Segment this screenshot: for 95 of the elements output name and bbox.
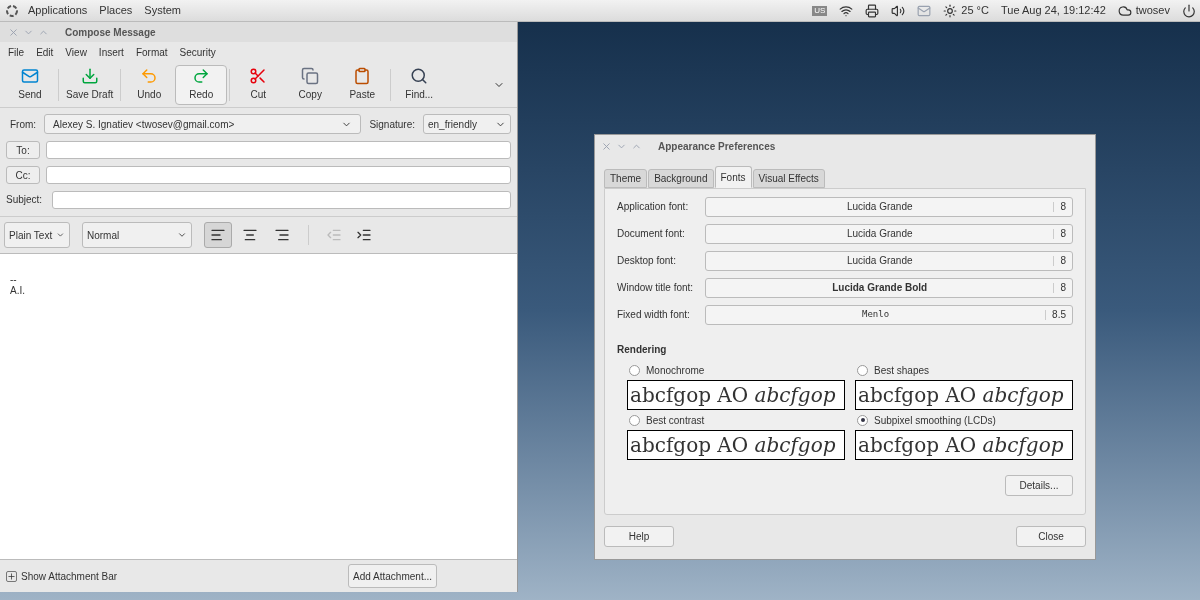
from-dropdown[interactable]: Alexey S. Ignatiev <twosev@gmail.com> — [44, 114, 362, 134]
sun-icon — [943, 3, 958, 18]
subject-label: Subject: — [6, 193, 44, 207]
font-label: Document font: — [617, 227, 686, 241]
radio-label[interactable]: Subpixel smoothing (LCDs) — [874, 412, 996, 428]
tab[interactable]: Fonts — [714, 166, 752, 188]
panel-menu[interactable]: Applications — [28, 2, 88, 19]
volume-icon[interactable] — [891, 3, 906, 18]
close-icon[interactable] — [8, 26, 19, 38]
toolbar-button[interactable]: Find... — [393, 64, 446, 105]
window-title: Compose Message — [65, 25, 156, 40]
close-button[interactable]: Close — [1016, 526, 1086, 547]
toolbar-button[interactable]: Save Draft — [61, 64, 119, 105]
message-body[interactable]: -- A.I. — [0, 253, 517, 560]
align-right-icon — [274, 227, 290, 243]
font-label: Application font: — [617, 200, 690, 214]
toolbar-button[interactable]: Cut — [232, 64, 285, 105]
radio-label[interactable]: Best shapes — [874, 362, 930, 378]
menu-item[interactable]: Edit — [36, 44, 54, 60]
search-icon — [410, 67, 429, 85]
scissors-icon — [249, 67, 268, 85]
recipient-button[interactable]: Cc: — [6, 166, 40, 184]
menu-item[interactable]: Format — [135, 44, 168, 60]
clipboard-icon — [353, 67, 372, 85]
printer-icon[interactable] — [865, 3, 880, 18]
tab[interactable]: Background — [648, 169, 714, 188]
toolbar-button[interactable]: Undo — [123, 64, 176, 105]
recipient-field[interactable] — [46, 141, 511, 159]
close-icon[interactable] — [601, 140, 612, 152]
format-dropdown[interactable]: Plain Text — [4, 222, 70, 248]
user-name[interactable]: twosev — [1135, 2, 1170, 19]
details-button[interactable]: Details... — [1005, 475, 1073, 496]
font-sample: abcfgop AO abcfgop — [627, 380, 845, 410]
from-label: From: — [9, 117, 36, 132]
align-left-icon — [210, 227, 226, 243]
radio-button[interactable] — [857, 364, 868, 376]
paragraph-style-dropdown[interactable]: Normal — [82, 222, 192, 248]
download-icon — [80, 67, 99, 85]
radio-button[interactable] — [629, 364, 640, 376]
signature-line: A.I. — [10, 285, 25, 296]
font-sample: abcfgop AO abcfgop — [627, 430, 845, 460]
panel-menu[interactable]: Places — [99, 2, 133, 19]
recipient-button[interactable]: To: — [6, 141, 40, 159]
menu-item[interactable]: File — [8, 44, 25, 60]
recipient-field[interactable] — [46, 166, 511, 184]
section-heading: Rendering — [617, 343, 667, 357]
envelope-icon[interactable] — [917, 3, 932, 18]
undo-icon — [140, 67, 159, 85]
indent-icon — [356, 227, 372, 243]
toolbar-button[interactable]: Send — [4, 64, 56, 105]
radio-label[interactable]: Best contrast — [646, 412, 705, 428]
help-button[interactable]: Help — [604, 526, 674, 547]
copy-icon — [301, 67, 320, 85]
signature-label: Signature: — [369, 117, 415, 132]
font-picker-button[interactable]: Lucida Grande 8 — [705, 196, 1073, 217]
add-attachment-button[interactable]: Add Attachment... — [348, 564, 437, 588]
font-label: Window title font: — [617, 281, 695, 295]
font-picker-button[interactable]: Menlo 8.5 — [705, 304, 1073, 325]
tab[interactable]: Theme — [604, 169, 648, 188]
attachment-bar-toggle[interactable]: Show Attachment Bar — [21, 568, 118, 584]
font-sample: abcfgop AO abcfgop — [855, 430, 1073, 460]
toolbar-button[interactable]: Copy — [284, 64, 337, 105]
font-picker-button[interactable]: Lucida Grande 8 — [705, 250, 1073, 271]
envelope-icon — [21, 67, 39, 85]
font-label: Fixed width font: — [617, 308, 691, 322]
redo-icon — [192, 67, 211, 85]
tab[interactable]: Visual Effects — [752, 169, 825, 188]
alignment-button[interactable] — [204, 222, 232, 248]
signature-dropdown[interactable]: en_friendly — [423, 114, 511, 134]
wifi-icon[interactable] — [839, 3, 854, 18]
radio-label[interactable]: Monochrome — [646, 362, 705, 378]
radio-button[interactable] — [857, 414, 868, 426]
radio-button[interactable] — [629, 414, 640, 426]
toolbar-button[interactable]: Redo — [175, 64, 228, 105]
expand-icon[interactable] — [6, 570, 17, 582]
font-label: Desktop font: — [617, 254, 677, 268]
toolbar-button[interactable]: Paste — [336, 64, 389, 105]
subject-field[interactable] — [52, 191, 511, 209]
weather-temperature[interactable]: 25 °C — [961, 2, 989, 19]
chevron-down-icon — [56, 230, 65, 240]
font-sample: abcfgop AO abcfgop — [855, 380, 1073, 410]
window-title: Appearance Preferences — [658, 139, 776, 154]
outdent-icon — [326, 227, 342, 243]
panel-menu[interactable]: System — [144, 2, 182, 19]
font-picker-button[interactable]: Lucida Grande Bold 8 — [705, 277, 1073, 298]
menu-item[interactable]: View — [65, 44, 87, 60]
keyboard-layout-indicator[interactable]: US — [812, 5, 828, 16]
align-center-icon — [242, 227, 258, 243]
panel-clock[interactable]: Tue Aug 24, 19:12:42 — [1000, 2, 1106, 19]
menu-item[interactable]: Insert — [98, 44, 124, 60]
signature-line: -- — [10, 274, 17, 285]
menu-item[interactable]: Security — [179, 44, 216, 60]
power-icon[interactable] — [1182, 3, 1196, 18]
chevron-down-icon — [177, 230, 187, 240]
font-picker-button[interactable]: Lucida Grande 8 — [705, 223, 1073, 244]
